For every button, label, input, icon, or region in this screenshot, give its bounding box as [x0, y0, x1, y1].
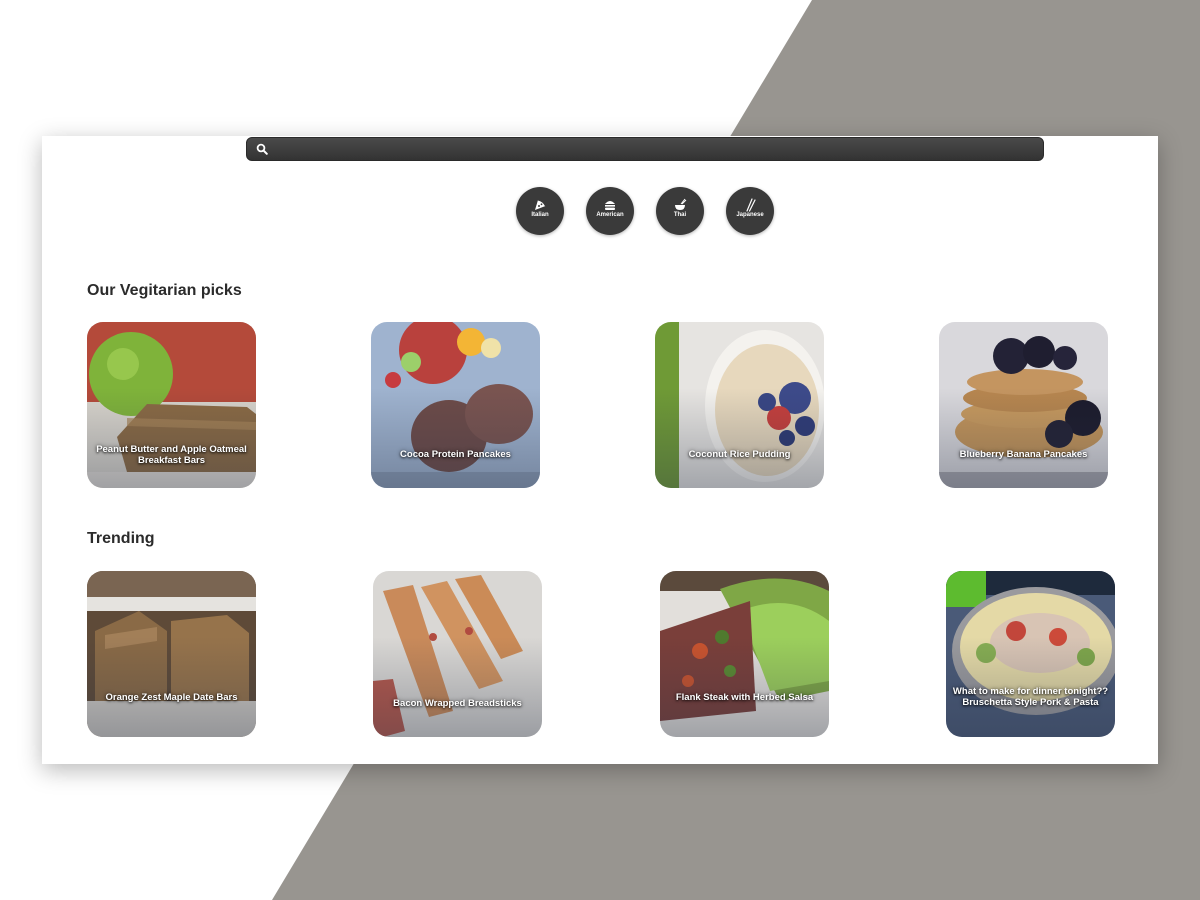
recipe-title: What to make for dinner tonight?? Brusch… — [952, 686, 1109, 708]
card-overlay — [655, 388, 824, 488]
card-overlay — [87, 637, 256, 737]
card-overlay — [660, 637, 829, 737]
noodle-bowl-icon — [675, 198, 687, 210]
recipe-title: Cocoa Protein Pancakes — [400, 449, 511, 460]
recipe-title: Blueberry Banana Pancakes — [959, 449, 1088, 460]
search-input[interactable] — [275, 140, 1035, 158]
card-overlay — [87, 388, 256, 488]
cuisine-label: Japanese — [736, 212, 764, 218]
search-bar[interactable] — [246, 137, 1044, 161]
card-overlay — [371, 388, 540, 488]
app-window: Italian American Thai Japanese Our Vegit… — [42, 136, 1158, 764]
cuisine-label: Thai — [673, 212, 687, 218]
section-title-vegetarian: Our Vegitarian picks — [87, 282, 242, 299]
recipe-title: Peanut Butter and Apple Oatmeal Breakfas… — [96, 444, 247, 466]
search-icon — [256, 143, 268, 155]
cuisine-label: Italian — [531, 212, 549, 218]
recipe-card[interactable]: Cocoa Protein Pancakes — [371, 322, 540, 488]
recipe-card[interactable]: Bacon Wrapped Breadsticks — [373, 571, 542, 737]
cuisine-button-thai[interactable]: Thai — [656, 187, 704, 235]
cuisine-button-japanese[interactable]: Japanese — [726, 187, 774, 235]
recipe-card[interactable]: Orange Zest Maple Date Bars — [87, 571, 256, 737]
cuisine-label: American — [596, 212, 624, 218]
recipe-card[interactable]: Blueberry Banana Pancakes — [939, 322, 1108, 488]
card-overlay — [373, 637, 542, 737]
section-title-trending: Trending — [87, 530, 155, 547]
chopsticks-icon — [746, 198, 756, 212]
burger-icon — [605, 201, 615, 210]
recipe-card[interactable]: Flank Steak with Herbed Salsa — [660, 571, 829, 737]
cuisine-filters: Italian American Thai Japanese — [516, 187, 776, 235]
recipe-card[interactable]: What to make for dinner tonight?? Brusch… — [946, 571, 1115, 737]
recipe-title: Bacon Wrapped Breadsticks — [393, 698, 522, 709]
pizza-icon — [535, 199, 546, 210]
recipe-title: Coconut Rice Pudding — [688, 449, 791, 460]
recipe-card[interactable]: Peanut Butter and Apple Oatmeal Breakfas… — [87, 322, 256, 488]
card-overlay — [939, 388, 1108, 488]
cuisine-button-italian[interactable]: Italian — [516, 187, 564, 235]
recipe-title: Orange Zest Maple Date Bars — [105, 692, 238, 703]
recipe-title: Flank Steak with Herbed Salsa — [675, 692, 814, 703]
cuisine-button-american[interactable]: American — [586, 187, 634, 235]
recipe-card[interactable]: Coconut Rice Pudding — [655, 322, 824, 488]
